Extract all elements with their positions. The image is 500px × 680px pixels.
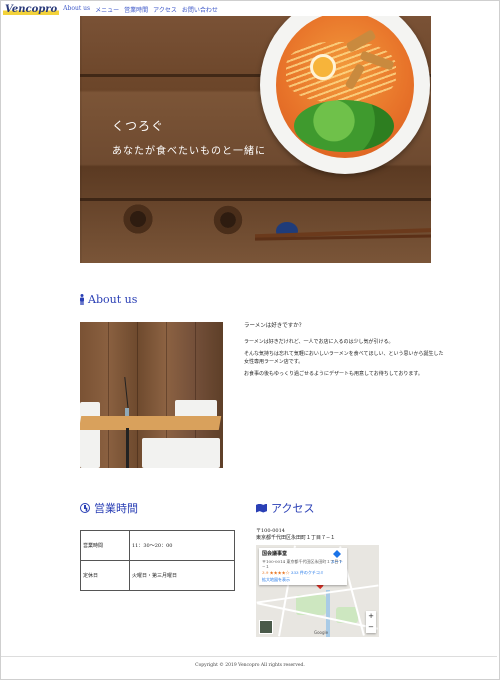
main-nav: About us メニュー 営業時間 アクセス お問い合わせ — [63, 5, 218, 14]
about-paragraph: ラーメンは好きだけれど、一人でお店に入るのは少し気が引ける。 — [244, 339, 394, 345]
access-heading: アクセス — [256, 500, 314, 516]
postal-code: 〒100-0014 — [256, 528, 285, 534]
closed-value: 火曜日・第三月曜日 — [129, 560, 235, 591]
table-row: 定休日 火曜日・第三月曜日 — [80, 560, 235, 591]
site-logo[interactable]: Vencopro — [3, 3, 60, 15]
closed-label: 定休日 — [80, 560, 130, 591]
hours-label: 営業時間 — [80, 530, 130, 561]
zoom-out-button[interactable]: − — [366, 622, 376, 633]
hero-subtitle: あなたが食べたいものと一緒に — [112, 146, 266, 157]
nav-menu[interactable]: メニュー — [95, 5, 119, 14]
street-address: 東京都千代田区永田町１丁目７−１ — [256, 535, 336, 541]
map-info-card: 国会議事堂 〒100-0014 東京都千代田区永田町１丁目７−１ 3.9 ★★★… — [259, 548, 347, 585]
footer-divider — [1, 656, 497, 657]
place-rating: 3.9 ★★★★☆ 333 件のクチコミ — [262, 570, 324, 575]
address-block: 〒100-0014 東京都千代田区永田町１丁目７−１ — [256, 528, 335, 542]
nav-contact[interactable]: お問い合わせ — [182, 5, 218, 14]
hours-value: 11：30〜20：00 — [129, 530, 235, 561]
site-header: Vencopro About us メニュー 営業時間 アクセス お問い合わせ — [3, 2, 218, 16]
person-icon — [80, 294, 84, 305]
map-icon — [256, 503, 267, 513]
hours-title: 営業時間 — [94, 502, 138, 515]
egg-yolk — [310, 54, 336, 80]
about-paragraph: そんな気持ちは忘れて気軽においしいラーメンを食べてほしい、という思いから誕生した… — [244, 351, 444, 365]
nav-access[interactable]: アクセス — [153, 5, 177, 14]
hours-heading: 営業時間 — [80, 500, 138, 516]
wall-panel — [137, 322, 138, 468]
about-heading: About us — [79, 293, 137, 306]
wall-panel — [108, 322, 109, 468]
chair — [80, 402, 100, 468]
ramen-soup — [276, 16, 414, 158]
zoom-controls: + − — [366, 611, 376, 633]
embedded-map[interactable]: 国会議事堂 〒100-0014 東京都千代田区永田町１丁目７−１ 3.9 ★★★… — [256, 545, 379, 637]
larger-map-link[interactable]: 拡大地図を表示 — [262, 577, 344, 583]
wood-knot — [208, 204, 248, 236]
route-button[interactable]: ルート — [331, 550, 343, 565]
ramen-bowl — [260, 16, 430, 174]
copyright: Copyright © 2019 Vencopro All rights res… — [195, 663, 305, 668]
zoom-in-button[interactable]: + — [366, 611, 376, 622]
hero-title: くつろぐ — [112, 119, 165, 133]
nav-hours[interactable]: 営業時間 — [124, 5, 148, 14]
about-question: ラーメンは好きですか？ — [244, 323, 305, 329]
about-title: About us — [88, 293, 138, 306]
satellite-thumbnail[interactable] — [259, 620, 273, 634]
flower-stem — [124, 377, 129, 410]
wood-knot — [118, 202, 158, 236]
about-text: ラーメンは好きですか？ ラーメンは好きだけれど、一人でお店に入るのは少し気が引け… — [244, 321, 444, 382]
table-top — [80, 416, 222, 430]
green-onion — [294, 100, 394, 152]
access-title: アクセス — [271, 502, 315, 515]
directions-icon — [333, 550, 341, 558]
plank-divider — [80, 198, 431, 201]
chair — [142, 438, 220, 468]
interior-photo — [80, 322, 223, 468]
nav-about[interactable]: About us — [63, 5, 90, 14]
table-leg — [126, 428, 129, 468]
hours-table: 営業時間 11：30〜20：00 定休日 火曜日・第三月曜日 — [80, 530, 235, 591]
noodles — [286, 42, 396, 102]
table-row: 営業時間 11：30〜20：00 — [80, 530, 235, 561]
google-logo: Google — [314, 630, 329, 635]
about-paragraph: お食事の後もゆっくり過ごせるようにデザートも用意してお待ちしております。 — [244, 371, 423, 377]
clock-icon — [80, 503, 90, 513]
hero-image: くつろぐ あなたが食べたいものと一緒に — [80, 16, 431, 263]
